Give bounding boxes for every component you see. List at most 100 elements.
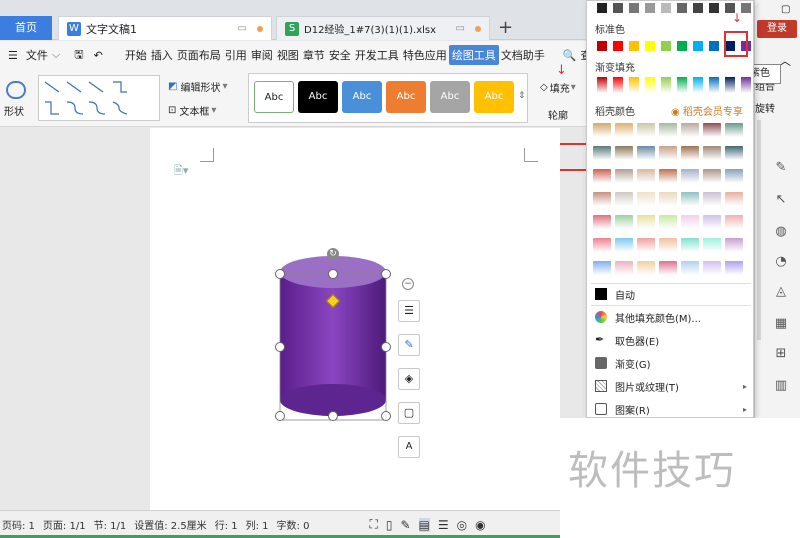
shell-color-swatch[interactable] xyxy=(593,238,611,252)
theme-color-swatch[interactable] xyxy=(709,3,719,13)
fullscreen-icon[interactable]: ⛶ xyxy=(369,517,377,532)
web-view-icon[interactable]: ◎ xyxy=(457,518,467,532)
menu-item-7[interactable]: 安全 xyxy=(327,47,353,63)
location-icon[interactable]: ◍ xyxy=(773,224,789,240)
shell-color-swatch[interactable] xyxy=(659,238,677,252)
shell-color-swatch[interactable] xyxy=(703,123,721,137)
theme-color-swatch[interactable] xyxy=(613,3,623,13)
shell-color-swatch[interactable] xyxy=(681,146,699,160)
outline-mini-button[interactable]: ▢ xyxy=(398,402,420,424)
shell-color-swatch[interactable] xyxy=(615,238,633,252)
picture-texture-item[interactable]: 图片或纹理(T) ▸ xyxy=(595,376,747,396)
menu-item-11[interactable]: 文档助手 xyxy=(499,47,547,63)
shell-vip-link[interactable]: ◉ 稻壳会员专享 xyxy=(671,103,743,118)
shell-color-swatch[interactable] xyxy=(615,192,633,206)
theme-color-swatch[interactable] xyxy=(645,3,655,13)
table-icon[interactable]: ▦ xyxy=(773,316,789,332)
layers-icon[interactable]: ◬ xyxy=(773,284,789,300)
page-view-icon[interactable]: ▤ xyxy=(418,517,430,532)
shell-color-swatch[interactable] xyxy=(703,146,721,160)
status-page-num[interactable]: 页码: 1 xyxy=(2,517,35,532)
more-fill-color-item[interactable]: 其他填充颜色(M)... xyxy=(595,307,747,327)
auto-color-item[interactable]: 自动 xyxy=(595,284,747,304)
book-icon[interactable]: ▯ xyxy=(386,518,393,532)
menu-item-1[interactable]: 插入 xyxy=(149,47,175,63)
shell-color-swatch[interactable] xyxy=(725,192,743,206)
shell-color-swatch[interactable] xyxy=(681,238,699,252)
shell-color-swatch[interactable] xyxy=(615,261,633,275)
shell-color-swatch[interactable] xyxy=(681,169,699,183)
standard-color-swatch[interactable] xyxy=(597,41,607,51)
edit-shape-button[interactable]: ◩ 编辑形状 ▾ xyxy=(168,79,227,94)
hamburger-icon[interactable]: ☰ xyxy=(6,49,20,62)
shell-color-swatch[interactable] xyxy=(615,146,633,160)
gradient-color-swatch[interactable] xyxy=(645,77,655,93)
style-gold[interactable]: Abc xyxy=(474,81,514,113)
status-setting[interactable]: 设置值: 2.5厘米 xyxy=(134,517,206,532)
gradient-color-swatch[interactable] xyxy=(709,77,719,93)
gradient-color-swatch[interactable] xyxy=(741,77,751,93)
shape-icon[interactable] xyxy=(6,81,26,99)
resize-handle[interactable] xyxy=(381,342,391,352)
shell-color-swatch[interactable] xyxy=(703,261,721,275)
shell-color-swatch[interactable] xyxy=(593,169,611,183)
menu-item-0[interactable]: 开始 xyxy=(123,47,149,63)
shell-color-swatch[interactable] xyxy=(725,123,743,137)
outline-view-icon[interactable]: ☰ xyxy=(438,518,449,532)
pen-icon[interactable]: ✎ xyxy=(400,518,410,532)
style-blue[interactable]: Abc xyxy=(342,81,382,113)
resize-handle[interactable] xyxy=(328,269,338,279)
shell-color-swatch[interactable] xyxy=(637,169,655,183)
gradient-color-swatch[interactable] xyxy=(629,77,639,93)
doc-icon[interactable]: 🗎▾ xyxy=(174,162,188,181)
pen-icon[interactable]: ✎ xyxy=(773,160,789,176)
menu-item-5[interactable]: 视图 xyxy=(275,47,301,63)
standard-color-swatch[interactable] xyxy=(629,41,639,51)
shell-color-swatch[interactable] xyxy=(725,146,743,160)
chevron-down-icon[interactable]: ⌵ xyxy=(50,48,62,62)
layout-options-button[interactable]: ☰ xyxy=(398,300,420,322)
fill-mini-button[interactable]: ◈ xyxy=(398,368,420,390)
gradient-color-swatch[interactable] xyxy=(725,77,735,93)
new-tab-button[interactable]: + xyxy=(498,17,513,38)
tab-spreadsheet[interactable]: S D12经验_1#7(3)(1)(1).xlsx ▭ xyxy=(276,16,490,40)
window-restore-icon[interactable]: ▢ xyxy=(781,4,790,15)
gradient-color-swatch[interactable] xyxy=(677,77,687,93)
resize-handle[interactable] xyxy=(328,411,338,421)
gradient-color-swatch[interactable] xyxy=(597,77,607,93)
resize-handle[interactable] xyxy=(381,411,391,421)
menu-item-6[interactable]: 章节 xyxy=(301,47,327,63)
style-pen-button[interactable]: ✎ xyxy=(398,334,420,356)
shell-color-swatch[interactable] xyxy=(637,146,655,160)
shell-color-swatch[interactable] xyxy=(703,238,721,252)
shell-color-swatch[interactable] xyxy=(637,261,655,275)
shell-color-swatch[interactable] xyxy=(637,123,655,137)
shell-color-swatch[interactable] xyxy=(703,169,721,183)
style-black[interactable]: Abc xyxy=(298,81,338,113)
resize-handle[interactable] xyxy=(275,342,285,352)
style-gray[interactable]: Abc xyxy=(430,81,470,113)
collapse-icon[interactable]: − xyxy=(402,278,414,290)
resize-handle[interactable] xyxy=(381,269,391,279)
shape-label[interactable]: 形状 xyxy=(4,103,24,118)
shell-color-swatch[interactable] xyxy=(681,192,699,206)
gradient-color-swatch[interactable] xyxy=(693,77,703,93)
resize-handle[interactable] xyxy=(275,269,285,279)
pattern-item[interactable]: 图案(R) ▸ xyxy=(595,399,747,419)
standard-color-swatch[interactable] xyxy=(709,41,719,51)
shell-color-swatch[interactable] xyxy=(593,123,611,137)
menu-item-drawing-tools[interactable]: 绘图工具 xyxy=(448,45,499,65)
gallery-scroll-icon[interactable]: ⇕ xyxy=(518,91,526,101)
shell-color-swatch[interactable] xyxy=(659,215,677,229)
shell-color-swatch[interactable] xyxy=(593,215,611,229)
shell-color-swatch[interactable] xyxy=(681,123,699,137)
undo-icon[interactable]: ↶ xyxy=(92,49,105,62)
menu-item-8[interactable]: 开发工具 xyxy=(353,47,401,63)
text-mini-button[interactable]: A xyxy=(398,436,420,458)
status-words[interactable]: 字数: 0 xyxy=(277,517,310,532)
tab-home[interactable]: 首页 xyxy=(0,16,52,40)
grid-icon[interactable]: ⊞ xyxy=(773,346,789,362)
login-button[interactable]: 登录 xyxy=(757,20,797,38)
shell-color-swatch[interactable] xyxy=(615,169,633,183)
shell-color-swatch[interactable] xyxy=(615,123,633,137)
